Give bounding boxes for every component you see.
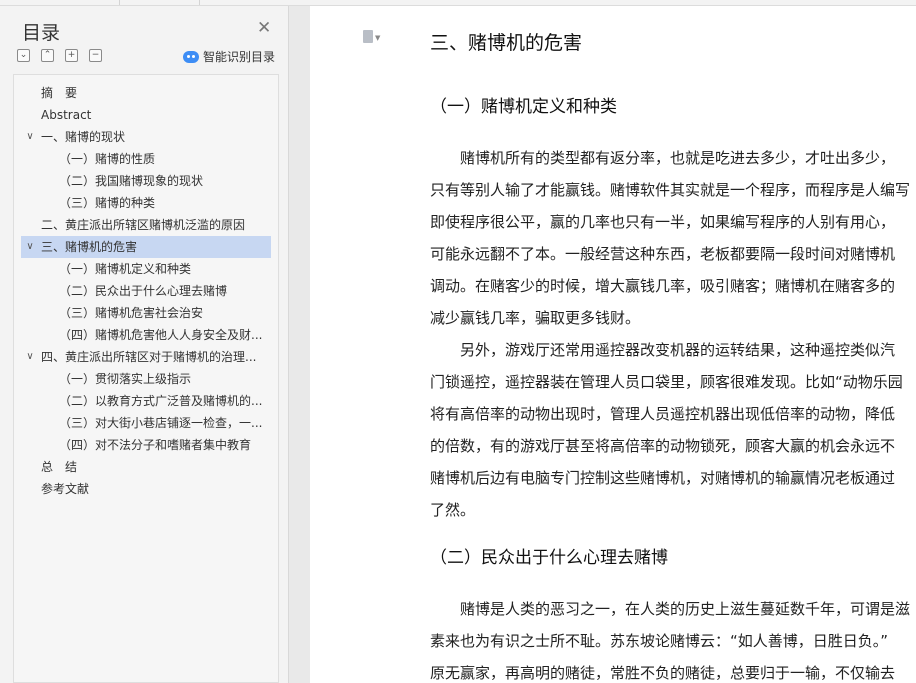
toc-item-3-3[interactable]: （三）赌博机危害社会治安 xyxy=(21,302,271,324)
top-strip-segment xyxy=(120,0,200,5)
toc-item-1-3[interactable]: （三）赌博的种类 xyxy=(21,192,271,214)
collapse-minus-icon[interactable]: − xyxy=(89,49,102,62)
toc-item-label: （一）贯彻落实上级指示 xyxy=(59,372,192,386)
toc-item-abstract-cn[interactable]: 摘 要 xyxy=(21,82,271,104)
toc-item-label: 参考文献 xyxy=(41,482,90,496)
toc-sidebar: 目录 ✕ ⌄ ⌃ + − 智能识别目录 摘 要 Abstract ∨ 一、赌博的现… xyxy=(0,6,289,683)
toc-item-label: （四）对不法分子和嗜赌者集中教育 xyxy=(59,438,252,452)
paragraph-line: 原无赢家，再高明的赌徒，常胜不负的赌徒，总要归于一输，不仅输去 xyxy=(430,664,896,682)
toc-item-label: （三）赌博的种类 xyxy=(59,196,156,210)
paragraph-line: 素来也为有识之士所不耻。苏东坡论赌博云：“如人善博，日胜日负。” xyxy=(430,632,889,650)
paragraph-line: 可能永远翻不了本。一般经营这种东西，老板都要隔一段时间对赌博机 xyxy=(430,245,896,263)
paragraph-line: 赌博机后边有电脑专门控制这些赌博机，对赌博机的输赢情况老板通过 xyxy=(430,469,896,487)
toc-toolbar: ⌄ ⌃ + − xyxy=(17,49,102,63)
section-heading: 三、赌博机的危害 xyxy=(430,32,583,54)
paragraph-line: 门锁遥控，遥控器装在管理人员口袋里，顾客很难发现。比如“动物乐园 xyxy=(430,373,903,391)
toc-item-label: Abstract xyxy=(41,108,92,122)
expand-plus-icon[interactable]: + xyxy=(65,49,78,62)
collapse-up-icon[interactable]: ⌃ xyxy=(41,49,54,62)
paragraph-line: 了然。 xyxy=(430,501,476,519)
smart-toc-label: 智能识别目录 xyxy=(203,50,276,64)
chevron-down-icon[interactable]: ∨ xyxy=(24,346,36,368)
paragraph-line: 赌博机所有的类型都有返分率，也就是吃进去多少，才吐出多少， xyxy=(430,149,896,167)
toc-item-label: 四、黄庄派出所辖区对于赌博机的治理... xyxy=(41,350,257,364)
top-strip-segment xyxy=(0,0,120,5)
toc-item-label: （二）我国赌博现象的现状 xyxy=(59,174,204,188)
toc-item-chapter-2[interactable]: 二、黄庄派出所辖区赌博机泛滥的原因 xyxy=(21,214,271,236)
toc-item-summary[interactable]: 总 结 xyxy=(21,456,271,478)
paragraph-line: 即使程序很公平，赢的几率也只有一半，如果编写程序的人别有用心， xyxy=(430,213,896,231)
toc-item-label: （二）民众出于什么心理去赌博 xyxy=(59,284,228,298)
toc-item-3-2[interactable]: （二）民众出于什么心理去赌博 xyxy=(21,280,271,302)
subsection-heading-2: （二）民众出于什么心理去赌博 xyxy=(430,548,668,568)
paragraph-line: 调动。在赌客少的时候，增大赢钱几率，吸引赌客；赌博机在赌客多的 xyxy=(430,277,896,295)
chevron-down-icon[interactable]: ∨ xyxy=(24,126,36,148)
paragraph-line: 的倍数，有的游戏厅甚至将高倍率的动物锁死，顾客大赢的机会永远不 xyxy=(430,437,896,455)
toc-item-label: 二、黄庄派出所辖区赌博机泛滥的原因 xyxy=(41,218,246,232)
smart-toc-button[interactable]: 智能识别目录 xyxy=(183,48,275,65)
document-sheet-shape xyxy=(363,30,373,43)
toc-item-4-3[interactable]: （三）对大街小巷店铺逐一检查，一... xyxy=(21,412,271,434)
paragraph-line: 减少赢钱几率，骗取更多钱财。 xyxy=(430,309,641,327)
toc-item-label: （二）以教育方式广泛普及赌博机的... xyxy=(59,394,263,408)
subsection-heading-1: （一）赌博机定义和种类 xyxy=(430,97,617,117)
toc-title: 目录 xyxy=(22,22,61,44)
toc-item-references[interactable]: 参考文献 xyxy=(21,478,271,500)
toc-item-3-4[interactable]: （四）赌博机危害他人人身安全及财... xyxy=(21,324,271,346)
toc-item-label: （四）赌博机危害他人人身安全及财... xyxy=(59,328,263,342)
paragraph-line: 赌博是人类的恶习之一，在人类的历史上滋生蔓延数千年，可谓是滋 xyxy=(430,600,911,618)
document-page: ▼ 三、赌博机的危害 （一）赌博机定义和种类 赌博机所有的类型都有返分率，也就是… xyxy=(310,6,916,683)
paragraph-line: 另外，游戏厅还常用遥控器改变机器的运转结果，这种遥控类似汽 xyxy=(430,341,896,359)
toc-item-label: （三）对大街小巷店铺逐一检查，一... xyxy=(59,416,263,430)
toc-item-label: 一、赌博的现状 xyxy=(41,130,126,144)
toc-item-chapter-4[interactable]: ∨ 四、黄庄派出所辖区对于赌博机的治理... xyxy=(21,346,271,368)
chevron-down-icon[interactable]: ∨ xyxy=(24,236,36,258)
toc-item-1-2[interactable]: （二）我国赌博现象的现状 xyxy=(21,170,271,192)
toc-item-1-1[interactable]: （一）赌博的性质 xyxy=(21,148,271,170)
toc-item-label: （一）赌博的性质 xyxy=(59,152,156,166)
close-icon[interactable]: ✕ xyxy=(257,20,271,37)
smart-bot-icon xyxy=(183,50,199,63)
toc-list: 摘 要 Abstract ∨ 一、赌博的现状 （一）赌博的性质 （二）我国赌博现象… xyxy=(13,74,279,683)
toc-item-chapter-3[interactable]: ∨ 三、赌博机的危害 xyxy=(21,236,271,258)
toc-item-chapter-1[interactable]: ∨ 一、赌博的现状 xyxy=(21,126,271,148)
toc-item-label: 总 结 xyxy=(41,460,78,474)
toc-item-abstract-en[interactable]: Abstract xyxy=(21,104,271,126)
document-icon[interactable]: ▼ xyxy=(363,30,381,46)
toc-item-3-1[interactable]: （一）赌博机定义和种类 xyxy=(21,258,271,280)
toc-item-label: 摘 要 xyxy=(41,86,78,100)
expand-all-icon[interactable]: ⌄ xyxy=(17,49,30,62)
toc-item-4-1[interactable]: （一）贯彻落实上级指示 xyxy=(21,368,271,390)
document-area: ▼ 三、赌博机的危害 （一）赌博机定义和种类 赌博机所有的类型都有返分率，也就是… xyxy=(290,6,916,683)
chevron-down-icon: ▼ xyxy=(375,34,381,42)
toc-item-label: （一）赌博机定义和种类 xyxy=(59,262,192,276)
toc-item-label: （三）赌博机危害社会治安 xyxy=(59,306,204,320)
paragraph-line: 只有等别人输了才能赢钱。赌博软件其实就是一个程序，而程序是人编写 xyxy=(430,181,911,199)
paragraph-line: 将有高倍率的动物出现时，管理人员遥控机器出现低倍率的动物，降低 xyxy=(430,405,896,423)
toc-item-4-4[interactable]: （四）对不法分子和嗜赌者集中教育 xyxy=(21,434,271,456)
toc-item-4-2[interactable]: （二）以教育方式广泛普及赌博机的... xyxy=(21,390,271,412)
toc-item-label: 三、赌博机的危害 xyxy=(41,240,138,254)
